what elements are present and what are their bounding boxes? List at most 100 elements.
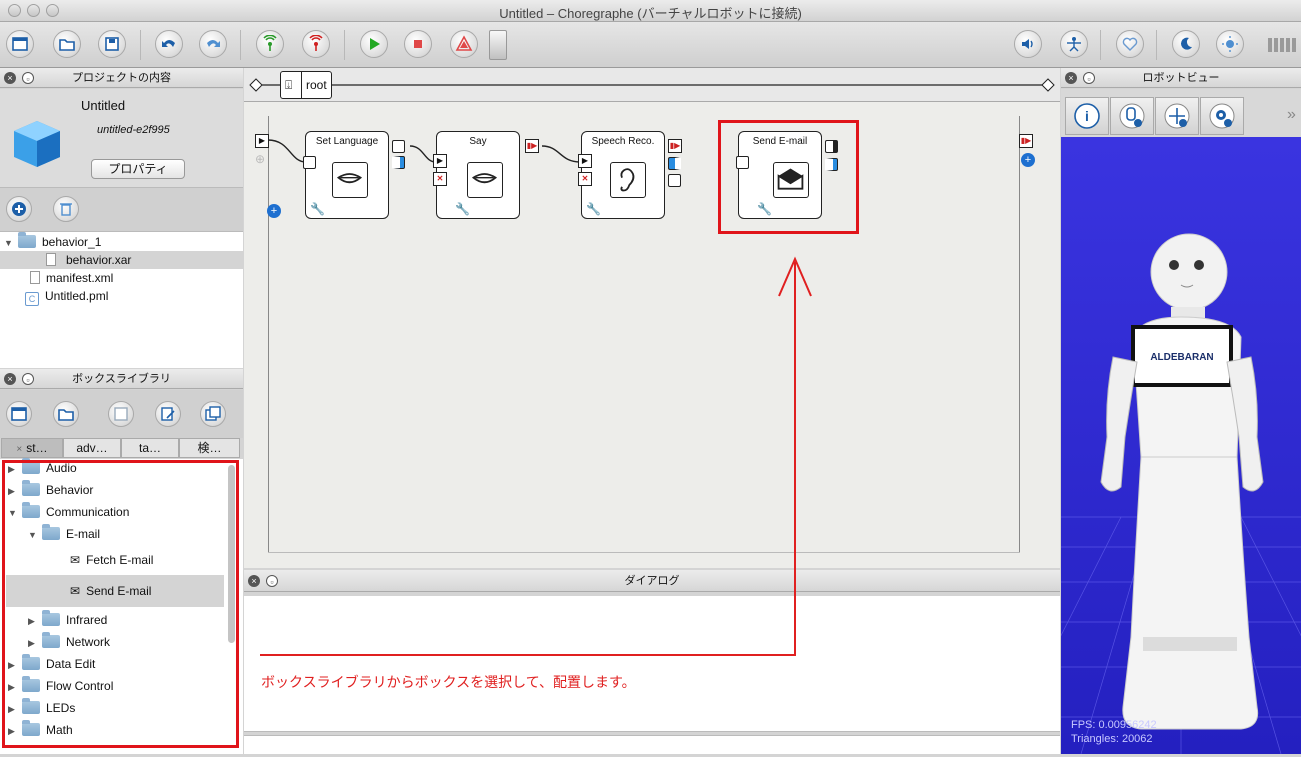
close-tab-icon[interactable]: ×: [16, 444, 22, 455]
box-output-port[interactable]: [392, 140, 405, 153]
float-panel-icon[interactable]: ▫: [22, 72, 34, 84]
tree-item-manifest[interactable]: manifest.xml: [0, 269, 113, 287]
file-icon: [30, 271, 40, 284]
rest-button[interactable]: [1172, 30, 1200, 58]
box-say[interactable]: Say 🔧: [436, 131, 520, 219]
library-new-button[interactable]: [6, 401, 32, 427]
main-toolbar: [0, 22, 1301, 68]
box-start-port[interactable]: ▶: [578, 154, 592, 168]
library-edit-button[interactable]: [155, 401, 181, 427]
box-output-port[interactable]: [668, 157, 681, 170]
float-panel-icon[interactable]: ▫: [266, 575, 278, 587]
send-email-highlight-frame: [718, 120, 859, 234]
file-icon: [46, 253, 56, 266]
robot-view-panel: × ▫ ロボットビュー i » ALDEBARAN FPS: 0.0095624…: [1000, 68, 1301, 755]
folder-open-icon: [59, 39, 75, 51]
svg-text:i: i: [1085, 108, 1089, 124]
dialog-input[interactable]: [244, 735, 1060, 754]
wrench-icon[interactable]: 🔧: [310, 202, 325, 216]
close-panel-icon[interactable]: ×: [248, 575, 260, 587]
robot-move-tab[interactable]: [1155, 97, 1199, 135]
title-bar: Untitled – Choregraphe (バーチャルロボットに接続): [0, 0, 1301, 22]
wrench-icon[interactable]: 🔧: [586, 202, 601, 216]
box-start-port[interactable]: ▶: [433, 154, 447, 168]
battery-icon: [1266, 36, 1298, 54]
tree-item-behavior-folder[interactable]: ▼ behavior_1: [4, 232, 101, 252]
speed-slider[interactable]: [489, 30, 507, 60]
close-panel-icon[interactable]: ×: [4, 72, 16, 84]
robot-info-tab[interactable]: i: [1065, 97, 1109, 135]
box-input-port[interactable]: [303, 156, 316, 169]
box-output-port[interactable]: [668, 174, 681, 187]
robot-posture-button[interactable]: [1060, 30, 1088, 58]
warning-icon: [455, 35, 473, 51]
triangles-readout: Triangles: 20062: [1071, 733, 1153, 745]
disconnect-button[interactable]: [302, 30, 330, 58]
annotation-text: ボックスライブラリからボックスを選択して、配置します。: [261, 674, 636, 690]
robot-joints-tab[interactable]: [1110, 97, 1154, 135]
float-panel-icon[interactable]: ▫: [22, 373, 34, 385]
alive-button[interactable]: [1116, 30, 1144, 58]
volume-button[interactable]: [1014, 30, 1042, 58]
robot-view-header: × ▫ ロボットビュー: [1061, 68, 1301, 88]
add-input-icon[interactable]: +: [267, 204, 281, 218]
more-tabs-icon[interactable]: »: [1287, 106, 1296, 124]
project-id: untitled-e2f995: [97, 124, 170, 136]
undo-icon: [162, 40, 175, 47]
add-item-button[interactable]: [6, 196, 32, 222]
tree-item-pml[interactable]: C Untitled.pml: [0, 287, 108, 306]
add-input-icon[interactable]: ⊕: [255, 152, 265, 166]
open-project-button[interactable]: [53, 30, 81, 58]
stop-button[interactable]: [404, 30, 432, 58]
add-output-icon[interactable]: +: [1021, 153, 1035, 167]
box-library-header: × ▫ ボックスライブラリ: [0, 369, 243, 389]
delete-item-button[interactable]: [53, 196, 79, 222]
wrench-icon[interactable]: 🔧: [455, 202, 470, 216]
float-panel-icon[interactable]: ▫: [1083, 72, 1095, 84]
tab-standard[interactable]: × st…: [1, 438, 63, 458]
debug-button[interactable]: [450, 30, 478, 58]
close-panel-icon[interactable]: ×: [4, 373, 16, 385]
tab-search[interactable]: 検…: [179, 438, 240, 458]
play-button[interactable]: [360, 30, 388, 58]
edit-icon: [161, 407, 175, 421]
redo-icon: [207, 40, 220, 47]
ear-icon: [610, 162, 646, 198]
box-stop-port[interactable]: ✕: [578, 172, 592, 186]
box-stop-port[interactable]: ✕: [433, 172, 447, 186]
undo-button[interactable]: [155, 30, 183, 58]
properties-button[interactable]: プロパティ: [91, 159, 185, 179]
window-icon: [11, 407, 27, 421]
redo-button[interactable]: [199, 30, 227, 58]
tab-advanced[interactable]: adv…: [63, 438, 121, 458]
diagram-end-port[interactable]: ▮▶: [1019, 134, 1033, 148]
box-output-port[interactable]: [392, 156, 405, 169]
robot-settings-tab[interactable]: [1200, 97, 1244, 135]
robot-3d-viewport[interactable]: ALDEBARAN FPS: 0.00956242 Triangles: 200…: [1000, 137, 1301, 755]
box-output-port[interactable]: ▮▶: [668, 139, 682, 153]
mouth-icon: [332, 162, 368, 198]
diagram-start-port[interactable]: ▶: [255, 134, 269, 148]
save-icon: [114, 407, 128, 421]
pml-file-icon: C: [25, 292, 39, 306]
box-speech-reco[interactable]: Speech Reco. 🔧: [581, 131, 665, 219]
vitruvian-icon: [1067, 37, 1081, 52]
project-tree: ▼ behavior_1 behavior.xar manifest.xml CU…: [0, 231, 243, 368]
wifi-connect-icon: [263, 35, 277, 51]
close-panel-icon[interactable]: ×: [1065, 72, 1077, 84]
box-output-port[interactable]: ▮▶: [525, 139, 539, 153]
box-set-language[interactable]: Set Language 🔧: [305, 131, 389, 219]
expand-arrow-icon[interactable]: ▼: [4, 234, 18, 252]
library-save-button[interactable]: [108, 401, 134, 427]
new-project-button[interactable]: [6, 30, 34, 58]
sun-icon: [1222, 36, 1238, 52]
save-project-button[interactable]: [98, 30, 126, 58]
library-copy-button[interactable]: [200, 401, 226, 427]
tree-item-behavior-xar[interactable]: behavior.xar: [0, 251, 243, 269]
window-title: Untitled – Choregraphe (バーチャルロボットに接続): [499, 6, 802, 21]
library-open-button[interactable]: [53, 401, 79, 427]
connect-button[interactable]: [256, 30, 284, 58]
tab-tags[interactable]: ta…: [121, 438, 179, 458]
plus-icon: [12, 202, 26, 216]
wake-button[interactable]: [1216, 30, 1244, 58]
